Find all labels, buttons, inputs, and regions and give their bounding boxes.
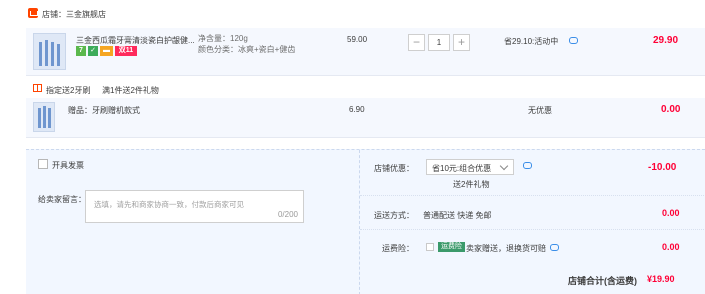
gift-header: 指定送2牙刷 满1件送2件礼物 — [26, 82, 705, 96]
quantity-input[interactable]: 1 — [428, 34, 450, 51]
order-options: 开具发票 给卖家留言： 选填，请先和商家协商一致，付款后商家可见 0/200 店… — [26, 149, 705, 294]
delivery-label: 运送方式： — [374, 211, 414, 220]
chat-icon[interactable] — [523, 162, 532, 169]
gift-discount: 无优惠 — [528, 106, 552, 115]
order-summary: 店铺优惠： 省10元:组合优惠 送2件礼物 -10.00 运送方式： 普通配送 … — [359, 150, 705, 294]
insurance-label: 运费险： — [382, 244, 414, 253]
insurance-text: 卖家赠送，退换货可赔 — [466, 244, 546, 253]
gift-item: 赠品：牙刷赠机款式 6.90 无优惠 0.00 — [26, 98, 705, 138]
help-icon[interactable] — [550, 244, 559, 251]
unit-price: 59.00 — [347, 35, 368, 44]
seven-day-badge: 7 — [76, 46, 86, 56]
chat-icon[interactable] — [569, 37, 578, 44]
sku-weight: 净含量：120g — [198, 34, 248, 43]
message-label: 给卖家留言： — [38, 195, 86, 204]
gift-name: 赠品：牙刷赠机款式 — [68, 106, 140, 115]
subtotal-label: 店铺合计(含运费) — [568, 276, 637, 286]
gift-promo: 满1件送2件礼物 — [102, 86, 159, 95]
item-discount: 省29.10:活动中 — [504, 37, 559, 46]
invoice-checkbox[interactable] — [38, 159, 48, 169]
message-placeholder: 选填，请先和商家协商一致，付款后商家可见 — [94, 200, 244, 209]
chevron-down-icon — [499, 161, 509, 171]
quantity-minus-button[interactable]: − — [408, 34, 425, 51]
shop-discount-sub: 送2件礼物 — [453, 180, 490, 189]
sku-color[interactable]: 颜色分类：冰爽+瓷白+健齿 — [198, 44, 295, 55]
delivery-amount: 0.00 — [662, 208, 680, 218]
invoice-label: 开具发票 — [52, 161, 84, 170]
guarantee-icon: ✓ — [88, 46, 98, 56]
message-input[interactable]: 选填，请先和商家协商一致，付款后商家可见 0/200 — [85, 190, 304, 223]
item-title[interactable]: 三金西瓜霜牙膏清淡瓷白护龈健... — [76, 35, 195, 46]
gift-icon — [33, 84, 42, 92]
gift-thumbnail — [33, 102, 55, 132]
store-name[interactable]: 店铺：三金旗舰店 — [42, 9, 106, 20]
shop-discount-value: 省10元:组合优惠 — [432, 164, 492, 173]
shop-discount-select[interactable]: 省10元:组合优惠 — [426, 159, 514, 175]
gift-price: 6.90 — [349, 105, 365, 114]
shop-discount-label: 店铺优惠： — [374, 164, 414, 173]
item-total: 29.90 — [653, 35, 679, 46]
item-thumbnail[interactable] — [33, 33, 66, 70]
delivery-value[interactable]: 普通配送 快递 免邮 — [423, 210, 491, 221]
double11-badge: 双11 — [115, 46, 137, 56]
gift-total: 0.00 — [661, 104, 681, 115]
divider — [360, 195, 705, 196]
message-count: 0/200 — [277, 210, 298, 219]
gift-tag: 指定送2牙刷 — [46, 86, 91, 95]
subtotal-value: ¥19.90 — [647, 274, 675, 284]
insurance-checkbox[interactable] — [426, 243, 434, 251]
insurance-amount: 0.00 — [662, 242, 680, 252]
store-bar: 店铺：三金旗舰店 — [26, 0, 705, 28]
insurance-badge: 运费险 — [438, 242, 465, 252]
card-icon: ▬ — [100, 46, 113, 56]
quantity-plus-button[interactable]: + — [453, 34, 470, 51]
divider — [360, 229, 705, 230]
shop-discount-amount: -10.00 — [648, 162, 677, 173]
cart-item: 三金西瓜霜牙膏清淡瓷白护龈健... 7 ✓ ▬ 双11 净含量：120g 颜色分… — [26, 28, 705, 76]
store-icon — [28, 8, 38, 18]
